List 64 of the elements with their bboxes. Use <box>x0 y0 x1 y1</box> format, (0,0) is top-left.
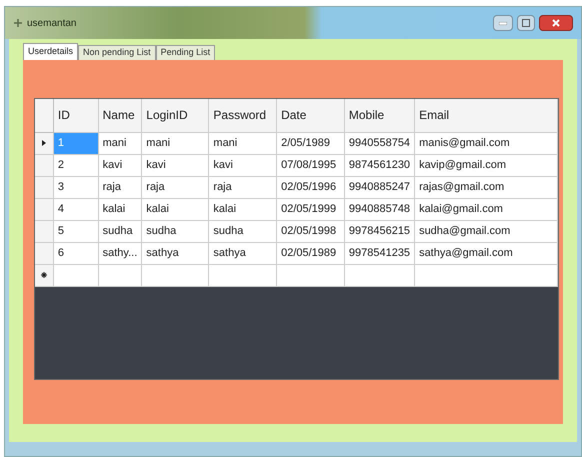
table-cell: 2 <box>53 154 98 176</box>
tab[interactable]: Pending List <box>156 45 216 60</box>
table-cell: 4 <box>53 198 98 220</box>
close-icon <box>552 19 560 27</box>
table-cell: 9874561230 <box>344 154 415 176</box>
table-cell: kavi <box>98 154 142 176</box>
table-cell: 3 <box>53 176 98 198</box>
maximize-icon <box>522 19 530 27</box>
table-cell: kavi <box>208 154 277 176</box>
table-cell: 02/05/1989 <box>276 242 344 264</box>
table-cell: sathya@gmail.com <box>414 242 558 264</box>
table-cell: 9940558754 <box>344 132 415 154</box>
table-cell: raja <box>98 176 142 198</box>
table-cell: sudha <box>98 220 142 242</box>
table-cell: 2/05/1989 <box>276 132 344 154</box>
column-header[interactable]: Mobile <box>344 99 415 132</box>
column-header[interactable]: Email <box>414 99 558 132</box>
table-cell: 6 <box>53 242 98 264</box>
table-cell: 02/05/1998 <box>276 220 344 242</box>
table-cell: 5 <box>53 220 98 242</box>
minimize-button[interactable] <box>493 15 513 31</box>
corner-header <box>35 99 54 132</box>
table-cell: 1 <box>53 132 98 154</box>
minimize-icon <box>499 22 507 24</box>
table-cell: 02/05/1996 <box>276 176 344 198</box>
new-row-icon <box>40 272 47 278</box>
table-cell: mani <box>98 132 142 154</box>
table-cell: 02/05/1999 <box>276 198 344 220</box>
table-cell: manis@gmail.com <box>414 132 558 154</box>
table-cell: sudha <box>208 220 277 242</box>
table-cell: mani <box>142 132 209 154</box>
table-cell: 9978541235 <box>344 242 415 264</box>
table-cell: kalai <box>208 198 277 220</box>
table-cell: mani <box>208 132 277 154</box>
table-cell: 07/08/1995 <box>276 154 344 176</box>
row-header[interactable] <box>35 132 54 154</box>
table-cell: sathy... <box>98 242 142 264</box>
column-header[interactable]: Date <box>276 99 344 132</box>
column-header[interactable]: Name <box>98 99 142 132</box>
column-header[interactable]: ID <box>53 99 98 132</box>
table-cell: 9940885247 <box>344 176 415 198</box>
table-cell: raja <box>142 176 209 198</box>
table-cell: sathya <box>142 242 209 264</box>
table-cell: kalai@gmail.com <box>414 198 558 220</box>
table-cell: kalai <box>142 198 209 220</box>
table-cell: 9978456215 <box>344 220 415 242</box>
tab[interactable]: Non pending List <box>78 45 156 60</box>
table-cell: sudha@gmail.com <box>414 220 558 242</box>
close-button[interactable] <box>539 15 573 31</box>
window-title: usemantan <box>27 16 76 30</box>
table-cell: raja <box>208 176 277 198</box>
maximize-button[interactable] <box>517 15 535 31</box>
table-cell: rajas@gmail.com <box>414 176 558 198</box>
table-cell: kavip@gmail.com <box>414 154 558 176</box>
table-cell: sudha <box>142 220 209 242</box>
row-header[interactable] <box>35 264 54 286</box>
table-cell: kalai <box>98 198 142 220</box>
column-header[interactable]: LoginID <box>142 99 209 132</box>
table-cell: kavi <box>142 154 209 176</box>
tab[interactable]: Userdetails <box>23 43 78 60</box>
table-cell: 9940885748 <box>344 198 415 220</box>
app-icon <box>13 18 23 28</box>
column-header[interactable]: Password <box>208 99 277 132</box>
table-cell: sathya <box>208 242 277 264</box>
